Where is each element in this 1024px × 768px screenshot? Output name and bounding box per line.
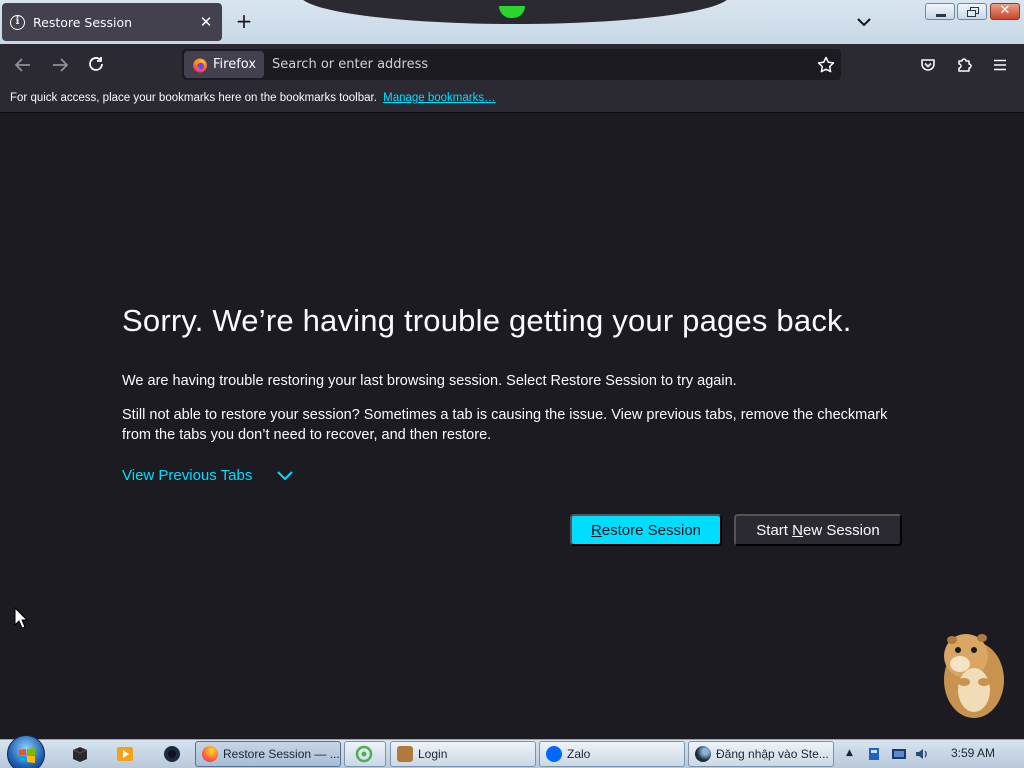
forward-button[interactable] xyxy=(47,52,73,78)
taskbar-item-label: Zalo xyxy=(567,747,591,761)
extensions-button[interactable] xyxy=(951,52,977,78)
app-menu-button[interactable] xyxy=(987,52,1013,78)
steam-icon xyxy=(695,746,711,762)
error-message-restore: We are having trouble restoring your las… xyxy=(122,373,737,389)
login-app-icon xyxy=(397,746,413,762)
bookmark-star-button[interactable] xyxy=(813,52,839,78)
taskbar-clock: 3:59 AM xyxy=(951,746,996,760)
taskbar-item-firefox[interactable]: Restore Session — ... xyxy=(195,741,341,767)
taskbar-item-label: Login xyxy=(418,747,448,761)
list-all-tabs-button[interactable] xyxy=(852,10,876,34)
windows-taskbar: Restore Session — ... Login Zalo Đăng nh… xyxy=(0,735,1024,768)
navigation-toolbar: Firefox xyxy=(0,44,1024,85)
hamburger-menu-icon xyxy=(994,59,1006,71)
chevron-down-icon xyxy=(857,18,871,27)
tab-restore-session[interactable]: i Restore Session ✕ xyxy=(2,3,222,41)
back-button[interactable] xyxy=(10,52,36,78)
reload-icon xyxy=(89,57,103,71)
restore-accesskey: R xyxy=(590,521,602,539)
tab-title: Restore Session xyxy=(33,14,133,30)
start-button[interactable] xyxy=(7,735,45,768)
window-close-button[interactable]: ✕ xyxy=(990,3,1020,20)
arrow-left-icon xyxy=(14,58,30,72)
taskbar-item-steam[interactable]: Đăng nhập vào Ste... xyxy=(688,741,834,767)
puzzle-icon xyxy=(958,58,972,72)
hamster-sticker-icon xyxy=(944,634,1004,718)
start-new-session-button[interactable]: Start New Session xyxy=(734,514,902,546)
star-icon xyxy=(817,56,835,72)
taskbar-item-app[interactable] xyxy=(344,741,386,767)
reload-button[interactable] xyxy=(83,52,109,78)
view-previous-tabs-label: View Previous Tabs xyxy=(122,467,253,484)
quicklaunch-app-icon[interactable] xyxy=(70,744,90,764)
volume-icon[interactable] xyxy=(914,746,930,762)
windows-logo-icon xyxy=(19,748,35,763)
page-title: Sorry. We’re having trouble getting your… xyxy=(122,303,852,338)
url-bar[interactable]: Firefox xyxy=(182,49,841,80)
manage-bookmarks-link[interactable]: Manage bookmarks… xyxy=(383,92,496,104)
firefox-logo-icon xyxy=(202,746,218,762)
identity-label: Firefox xyxy=(213,57,257,72)
pocket-icon xyxy=(921,59,935,71)
error-message-view-tabs: Still not able to restore your session? … xyxy=(122,407,888,443)
tray-app-icon[interactable] xyxy=(866,746,882,762)
restore-label: estore Session xyxy=(601,521,702,539)
tab-close-button[interactable]: ✕ xyxy=(194,10,218,34)
taskbar-item-login[interactable]: Login xyxy=(390,741,536,767)
info-icon: i xyxy=(10,14,25,30)
restore-window-icon-front xyxy=(967,10,976,17)
identity-box[interactable]: Firefox xyxy=(184,51,265,78)
green-app-icon xyxy=(355,745,373,763)
new-tab-button[interactable]: + xyxy=(232,10,256,34)
address-input[interactable] xyxy=(272,51,813,78)
taskbar-item-zalo[interactable]: Zalo xyxy=(539,741,685,767)
bookmarks-toolbar: For quick access, place your bookmarks h… xyxy=(0,85,1024,113)
show-hidden-icons-button[interactable]: ▲ xyxy=(846,748,853,758)
window-minimize-button[interactable] xyxy=(925,3,955,20)
window-restore-button[interactable] xyxy=(957,3,987,20)
media-player-icon[interactable] xyxy=(115,744,135,764)
chevron-down-icon xyxy=(277,470,294,480)
network-icon[interactable] xyxy=(891,746,907,762)
taskbar-item-label: Restore Session — ... xyxy=(223,747,340,761)
session-restore-page: Sorry. We’re having trouble getting your… xyxy=(0,113,1024,739)
pocket-button[interactable] xyxy=(915,52,941,78)
close-icon: ✕ xyxy=(999,3,1011,18)
start-new-accesskey: N xyxy=(792,521,803,539)
title-bar: i Restore Session ✕ + ✕ xyxy=(0,0,1024,44)
minimize-icon xyxy=(936,14,946,17)
start-new-label-after: ew Session xyxy=(802,521,880,539)
firefox-logo-icon xyxy=(193,58,207,72)
restore-session-button[interactable]: Restore Session xyxy=(570,514,722,546)
mouse-cursor-icon xyxy=(14,607,28,629)
arrow-right-icon xyxy=(53,58,69,72)
zalo-icon xyxy=(546,746,562,762)
browser-app-icon[interactable] xyxy=(162,744,182,764)
view-previous-tabs-toggle[interactable]: View Previous Tabs xyxy=(122,467,294,484)
taskbar-item-label: Đăng nhập vào Ste... xyxy=(716,747,829,761)
bookmarks-toolbar-message: For quick access, place your bookmarks h… xyxy=(10,92,377,104)
start-new-label-before: Start xyxy=(756,521,793,539)
